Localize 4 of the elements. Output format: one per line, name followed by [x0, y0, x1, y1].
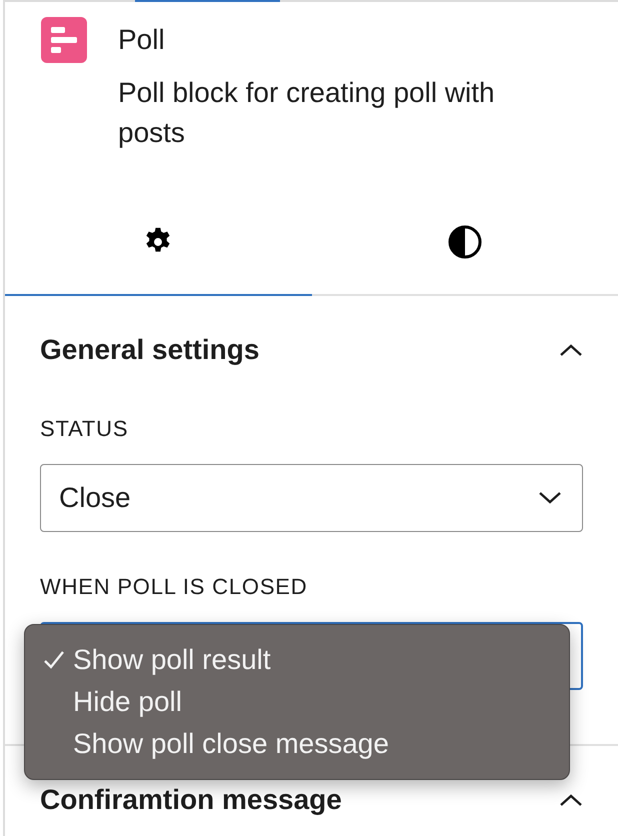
- block-description: Poll block for creating poll with posts: [118, 76, 496, 150]
- block-title: Poll: [118, 25, 166, 55]
- field-label: STATUS: [40, 418, 130, 440]
- field-label: WHEN POLL IS CLOSED: [40, 576, 308, 598]
